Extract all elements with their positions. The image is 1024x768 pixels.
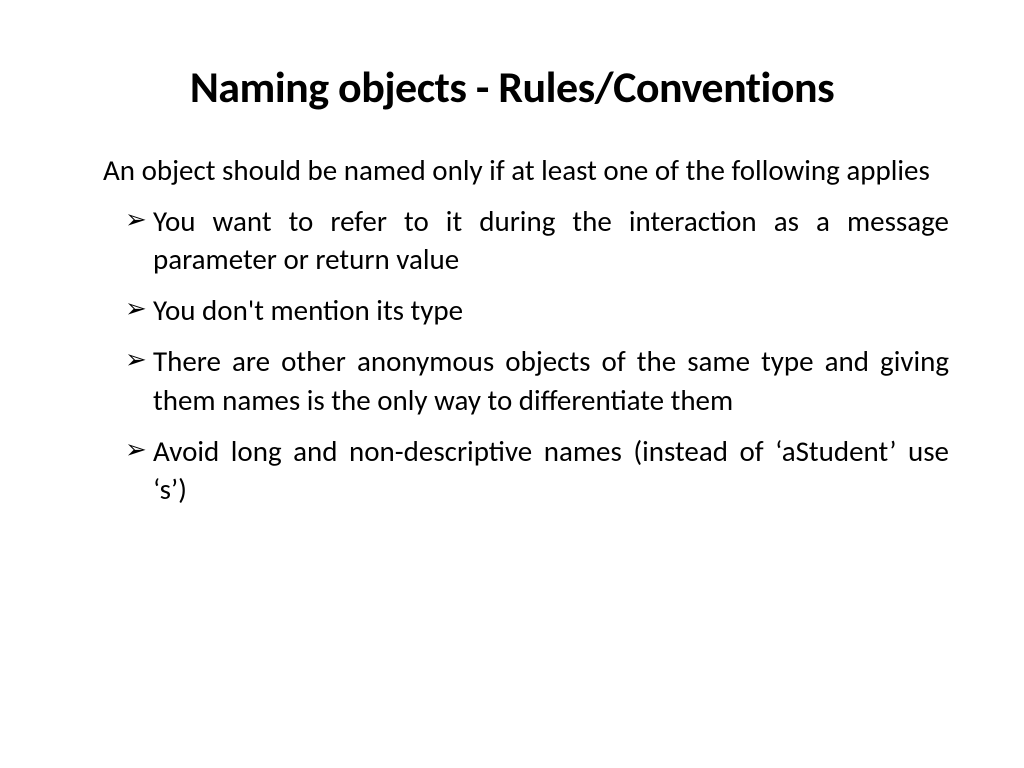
list-item: You don't mention its type [125, 291, 949, 329]
intro-paragraph: An object should be named only if at lea… [103, 152, 949, 190]
list-item: You want to refer to it during the inter… [125, 202, 949, 279]
list-item: There are other anonymous objects of the… [125, 342, 949, 419]
slide-title: Naming objects - Rules/Conventions [75, 60, 949, 114]
bullet-list: You want to refer to it during the inter… [125, 202, 949, 509]
list-item: Avoid long and non-descriptive names (in… [125, 432, 949, 509]
